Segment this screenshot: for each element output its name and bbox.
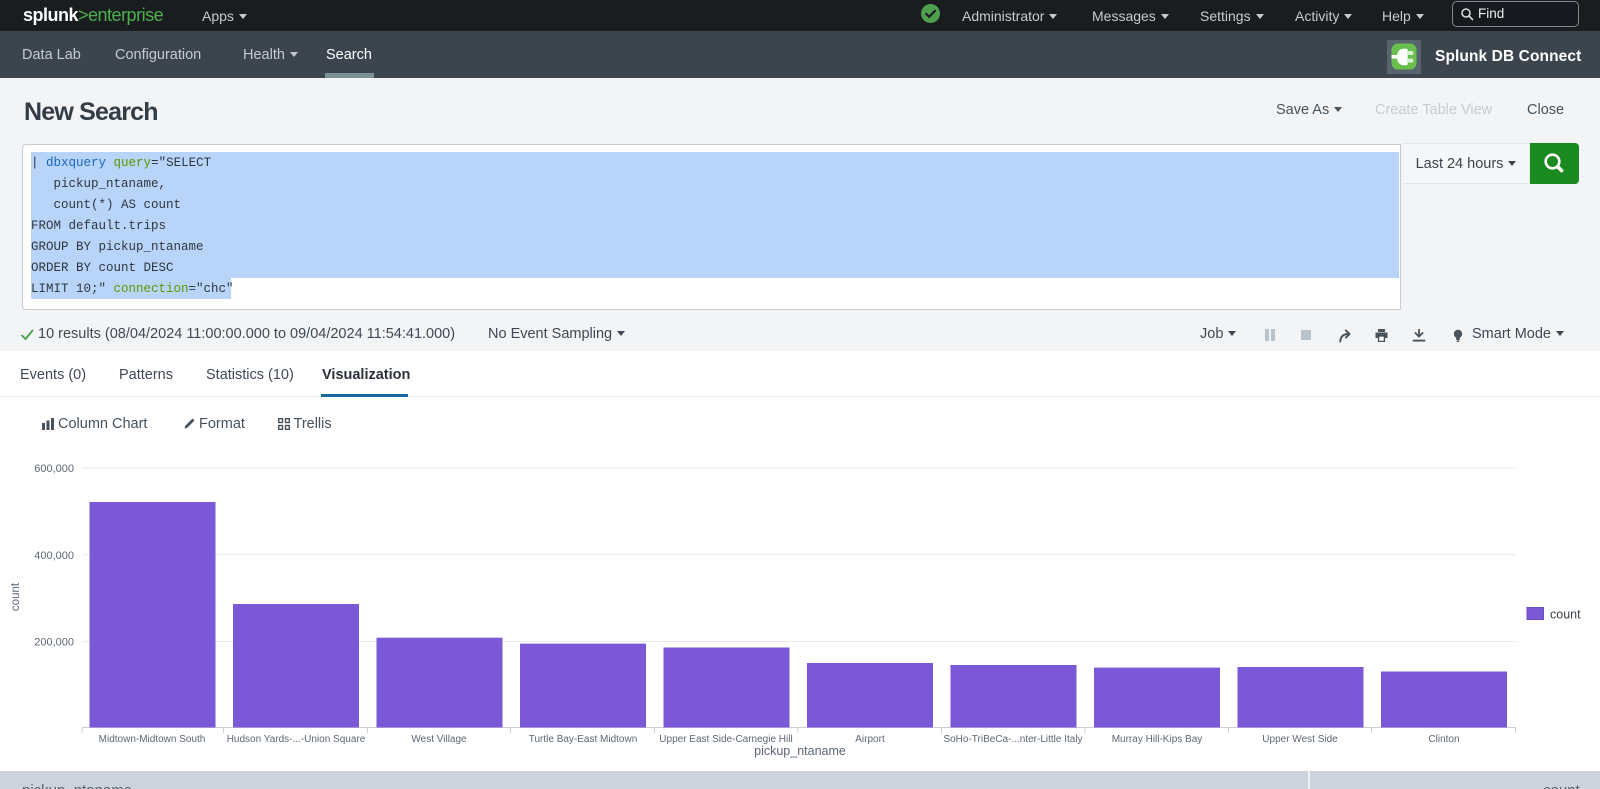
svg-text:Murray Hill-Kips Bay: Murray Hill-Kips Bay xyxy=(1112,734,1203,745)
svg-text:200,000: 200,000 xyxy=(34,637,74,649)
svg-text:600,000: 600,000 xyxy=(34,463,74,475)
svg-text:Turtle Bay-East Midtown: Turtle Bay-East Midtown xyxy=(529,734,638,745)
svg-text:400,000: 400,000 xyxy=(34,550,74,562)
svg-text:Airport: Airport xyxy=(855,734,885,745)
svg-text:Upper West Side: Upper West Side xyxy=(1262,734,1338,745)
svg-text:SoHo-TriBeCa-...nter-Little It: SoHo-TriBeCa-...nter-Little Italy xyxy=(943,734,1082,745)
svg-text:count: count xyxy=(10,582,22,611)
svg-text:count: count xyxy=(1550,608,1581,622)
svg-text:Midtown-Midtown South: Midtown-Midtown South xyxy=(99,734,206,745)
svg-text:Clinton: Clinton xyxy=(1428,734,1459,745)
svg-text:pickup_ntaname: pickup_ntaname xyxy=(754,744,846,758)
svg-text:Hudson Yards-...-Union Square: Hudson Yards-...-Union Square xyxy=(227,734,366,745)
svg-text:West Village: West Village xyxy=(411,734,467,745)
